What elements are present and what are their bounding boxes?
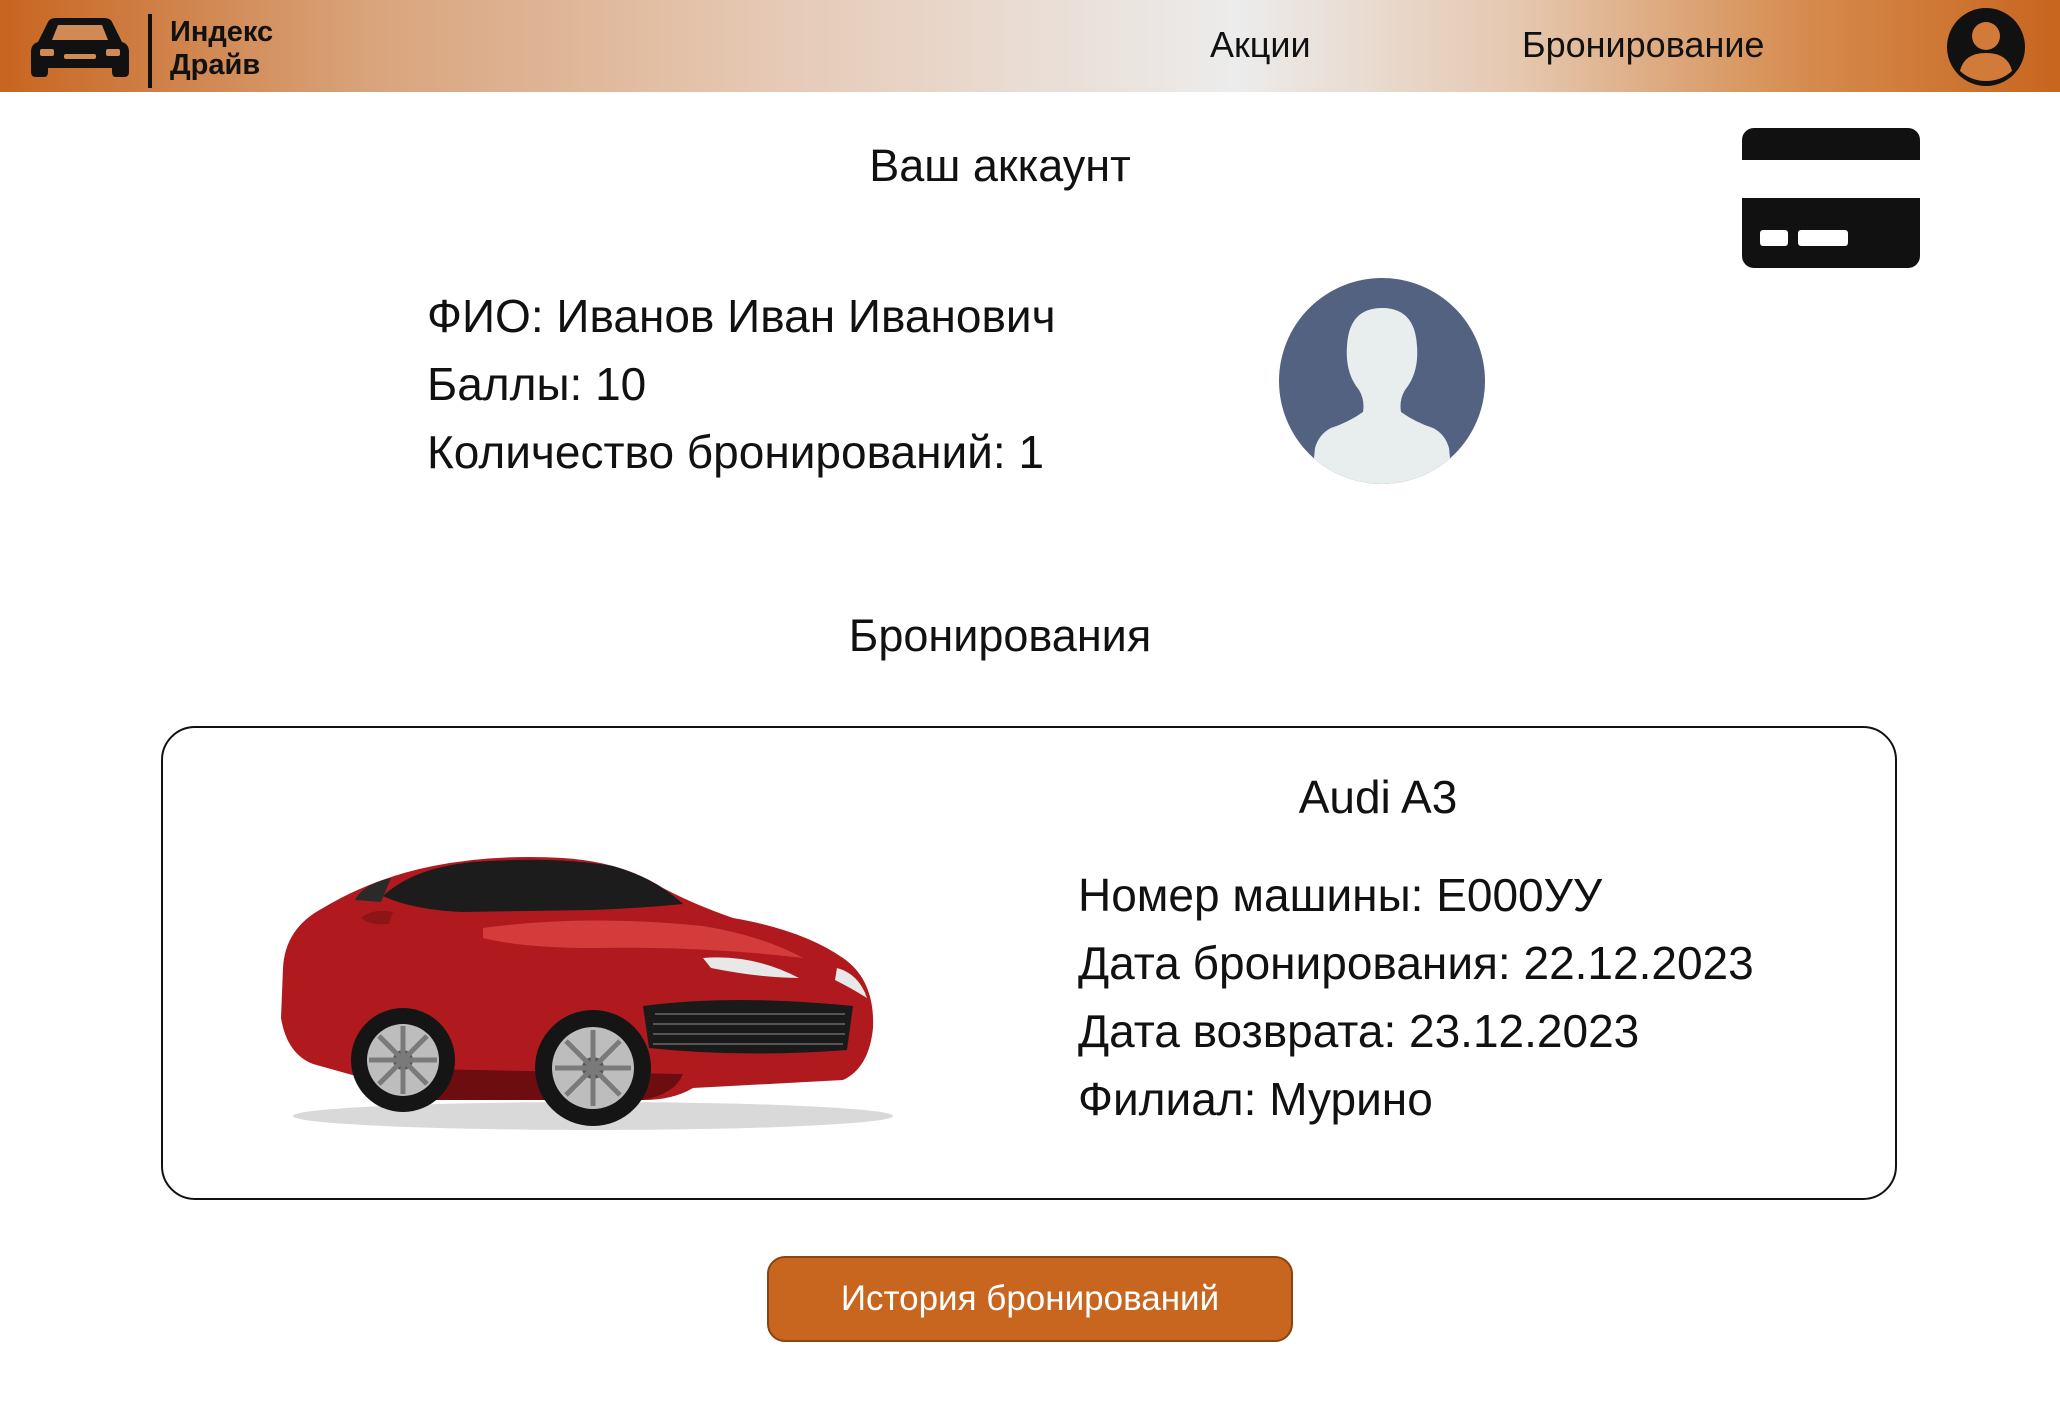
booking-card[interactable]: Audi A3 Номер машины: Е000УУ Дата бронир…: [161, 726, 1897, 1200]
page-title: Ваш аккаунт: [869, 140, 1131, 191]
top-header: Индекс Драйв Акции Бронирование: [0, 0, 2060, 92]
logo-line-2: Драйв: [170, 49, 261, 81]
nav-promotions[interactable]: Акции: [1210, 24, 1311, 66]
user-account-icon[interactable]: [1946, 7, 2026, 87]
booking-date: Дата бронирования: 22.12.2023: [1078, 937, 1754, 989]
red-sports-car-image: [281, 857, 893, 1130]
nav-booking[interactable]: Бронирование: [1522, 24, 1764, 66]
profile-info: ФИО: Иванов Иван Иванович Баллы: 10 Коли…: [427, 282, 1056, 486]
branch: Филиал: Мурино: [1078, 1073, 1433, 1125]
profile-name: ФИО: Иванов Иван Иванович: [427, 290, 1056, 342]
logo-divider: [148, 14, 152, 88]
booking-details: Номер машины: Е000УУ Дата бронирования: …: [1078, 861, 1754, 1133]
profile-points: Баллы: 10: [427, 358, 647, 410]
credit-card-icon[interactable]: [1742, 128, 1920, 268]
car-model: Audi A3: [1298, 771, 1458, 823]
logo-text: Индекс Драйв: [170, 16, 273, 82]
return-date: Дата возврата: 23.12.2023: [1078, 1005, 1640, 1057]
logo[interactable]: Индекс Драйв: [30, 12, 300, 88]
logo-line-1: Индекс: [170, 16, 274, 48]
booking-history-button[interactable]: История бронирований: [767, 1256, 1293, 1342]
car-plate: Номер машины: Е000УУ: [1078, 869, 1603, 921]
bookings-section-title: Бронирования: [848, 610, 1152, 661]
profile-bookings-count: Количество бронирований: 1: [427, 426, 1045, 478]
car-icon: [31, 18, 129, 77]
avatar-placeholder-icon: [1279, 278, 1485, 484]
